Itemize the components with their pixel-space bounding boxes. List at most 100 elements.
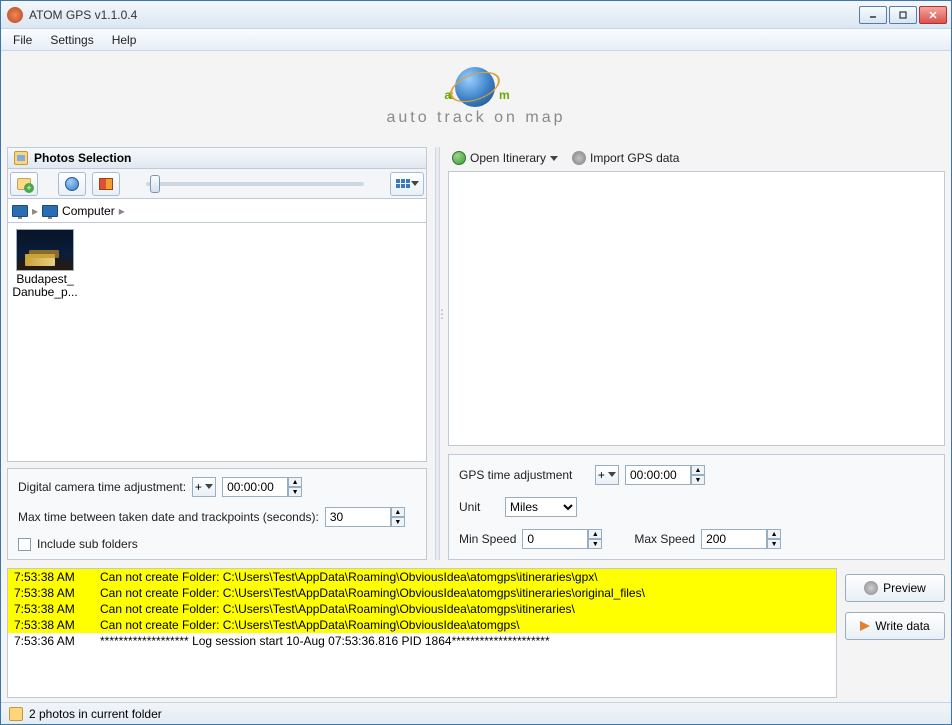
minspeed-input[interactable] <box>522 529 588 549</box>
breadcrumb-arrow-icon: ▸ <box>119 204 125 218</box>
right-toolbar: Open Itinerary Import GPS data <box>448 147 945 169</box>
include-subfolders-checkbox[interactable] <box>18 538 31 551</box>
globe-icon <box>455 67 495 107</box>
camera-time-down-button[interactable]: ▼ <box>288 487 302 497</box>
monitor-icon <box>12 205 28 217</box>
maximize-button[interactable] <box>889 6 917 24</box>
logo: atm <box>444 67 507 107</box>
computer-icon <box>42 205 58 217</box>
titlebar: ATOM GPS v1.1.0.4 <box>1 1 951 29</box>
map-panel[interactable] <box>448 171 945 446</box>
folder-add-icon <box>17 178 31 190</box>
camera-time-adj-input[interactable] <box>222 477 288 497</box>
maxspeed-input[interactable] <box>701 529 767 549</box>
log-time: 7:53:38 AM <box>14 618 88 632</box>
minimize-button[interactable] <box>859 6 887 24</box>
thumbnail-size-slider[interactable] <box>146 182 364 186</box>
photo-grid[interactable]: Budapest_ Danube_p... <box>7 223 427 462</box>
status-icon <box>9 707 23 721</box>
chevron-down-icon <box>608 472 616 477</box>
logo-text-post: m <box>499 88 508 102</box>
logo-area: atm auto track on map <box>1 51 951 143</box>
globe-icon <box>65 177 79 191</box>
maxtime-up-button[interactable]: ▲ <box>391 507 405 517</box>
gps-time-adj-label: GPS time adjustment <box>459 468 589 482</box>
view-mode-button[interactable] <box>390 172 424 196</box>
maxtime-down-button[interactable]: ▼ <box>391 517 405 527</box>
gps-time-down-button[interactable]: ▼ <box>691 475 705 485</box>
photos-selection-title: Photos Selection <box>34 151 131 165</box>
preview-icon <box>864 581 878 595</box>
menu-help[interactable]: Help <box>104 31 145 49</box>
breadcrumb-arrow-icon: ▸ <box>32 204 38 218</box>
add-folder-button[interactable] <box>10 172 38 196</box>
log-time: 7:53:38 AM <box>14 586 88 600</box>
log-row[interactable]: 7:53:38 AM Can not create Folder: C:\User… <box>8 601 836 617</box>
log-row[interactable]: 7:53:38 AM Can not create Folder: C:\User… <box>8 617 836 633</box>
slider-thumb[interactable] <box>150 175 160 193</box>
breadcrumb[interactable]: ▸ Computer ▸ <box>7 199 427 223</box>
status-text: 2 photos in current folder <box>29 707 162 721</box>
import-gps-button[interactable]: Import GPS data <box>572 151 679 165</box>
log-row[interactable]: 7:53:36 AM ******************* Log sessio… <box>8 633 836 649</box>
thumbnail-image <box>16 229 74 271</box>
log-message: ******************* Log session start 10… <box>100 634 830 648</box>
include-subfolders-label: Include sub folders <box>37 537 138 551</box>
photos-toolbar <box>7 169 427 199</box>
minspeed-down-button[interactable]: ▼ <box>588 539 602 549</box>
log-message: Can not create Folder: C:\Users\Test\App… <box>100 602 830 616</box>
preview-button[interactable]: Preview <box>845 574 945 602</box>
log-message: Can not create Folder: C:\Users\Test\App… <box>100 618 830 632</box>
logo-tagline: auto track on map <box>386 109 565 127</box>
menubar: File Settings Help <box>1 29 951 51</box>
statusbar: 2 photos in current folder <box>1 702 951 724</box>
itinerary-icon <box>452 151 466 165</box>
unit-select[interactable]: Miles <box>505 497 577 517</box>
flag-icon <box>99 178 113 190</box>
window-title: ATOM GPS v1.1.0.4 <box>29 8 859 22</box>
flag-button[interactable] <box>92 172 120 196</box>
log-time: 7:53:38 AM <box>14 602 88 616</box>
gps-settings-panel: GPS time adjustment + ▲▼ Unit Miles <box>448 454 945 560</box>
web-button[interactable] <box>58 172 86 196</box>
photos-selection-header: Photos Selection <box>7 147 427 169</box>
log-panel[interactable]: 7:53:38 AM Can not create Folder: C:\User… <box>7 568 837 698</box>
camera-time-up-button[interactable]: ▲ <box>288 477 302 487</box>
gps-time-sign-button[interactable]: + <box>595 465 619 485</box>
log-time: 7:53:38 AM <box>14 570 88 584</box>
close-button[interactable] <box>919 6 947 24</box>
app-icon <box>7 7 23 23</box>
unit-label: Unit <box>459 500 499 514</box>
menu-file[interactable]: File <box>5 31 40 49</box>
write-data-button[interactable]: Write data <box>845 612 945 640</box>
log-message: Can not create Folder: C:\Users\Test\App… <box>100 586 830 600</box>
maxspeed-label: Max Speed <box>634 532 695 546</box>
gps-time-adj-input[interactable] <box>625 465 691 485</box>
camera-time-adj-label: Digital camera time adjustment: <box>18 480 186 494</box>
log-row[interactable]: 7:53:38 AM Can not create Folder: C:\User… <box>8 585 836 601</box>
maxspeed-down-button[interactable]: ▼ <box>767 539 781 549</box>
minspeed-up-button[interactable]: ▲ <box>588 529 602 539</box>
import-icon <box>572 151 586 165</box>
write-icon <box>860 621 870 631</box>
photo-thumbnail[interactable]: Budapest_ Danube_p... <box>14 229 76 299</box>
breadcrumb-item[interactable]: Computer <box>62 204 115 218</box>
maxtime-input[interactable] <box>325 507 391 527</box>
menu-settings[interactable]: Settings <box>42 31 101 49</box>
chevron-down-icon <box>550 156 558 161</box>
gps-time-up-button[interactable]: ▲ <box>691 465 705 475</box>
chevron-down-icon <box>411 181 419 186</box>
chevron-down-icon <box>205 484 213 489</box>
open-itinerary-button[interactable]: Open Itinerary <box>452 151 558 165</box>
minspeed-label: Min Speed <box>459 532 516 546</box>
thumbnail-label: Budapest_ Danube_p... <box>12 273 77 299</box>
splitter[interactable] <box>435 147 440 560</box>
log-row[interactable]: 7:53:38 AMCan not create Folder: C:\User… <box>8 569 836 585</box>
camera-time-sign-button[interactable]: + <box>192 477 216 497</box>
camera-settings-panel: Digital camera time adjustment: + ▲▼ Max… <box>7 468 427 560</box>
log-time: 7:53:36 AM <box>14 634 88 648</box>
maxtime-label: Max time between taken date and trackpoi… <box>18 510 319 524</box>
grid-icon <box>396 179 410 188</box>
maxspeed-up-button[interactable]: ▲ <box>767 529 781 539</box>
photos-icon <box>14 151 28 165</box>
